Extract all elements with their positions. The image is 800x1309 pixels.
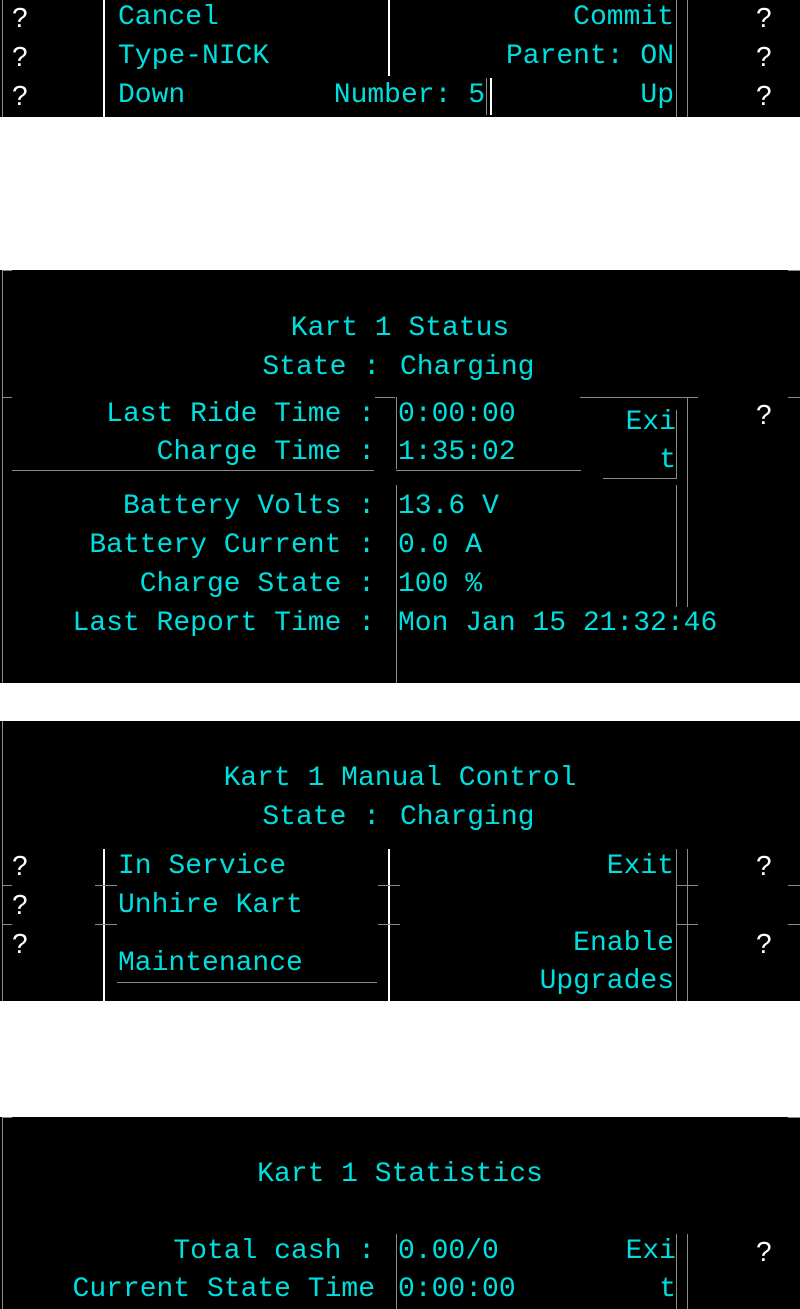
separator bbox=[95, 924, 117, 925]
exit-button[interactable]: Exit bbox=[390, 851, 674, 883]
exit-button[interactable]: Exi t bbox=[603, 405, 676, 477]
statistics-title: Kart 1 Statistics bbox=[257, 1159, 543, 1190]
separator bbox=[603, 478, 677, 479]
separator bbox=[486, 78, 487, 115]
separator bbox=[687, 397, 688, 607]
help-icon[interactable]: ? bbox=[12, 928, 28, 960]
help-icon[interactable]: ? bbox=[756, 1236, 772, 1268]
statistics-panel: Kart 1 Statistics Total cash : 0.00/0 Cu… bbox=[0, 1117, 800, 1309]
separator bbox=[396, 397, 397, 469]
exit-label-line2: t bbox=[659, 1274, 676, 1305]
exit-label-line1: Exi bbox=[625, 1236, 676, 1267]
separator bbox=[103, 0, 105, 117]
cancel-button[interactable]: Cancel bbox=[118, 2, 219, 34]
separator bbox=[788, 270, 800, 271]
separator bbox=[2, 0, 3, 117]
up-button[interactable]: Up bbox=[492, 80, 674, 112]
help-icon[interactable]: ? bbox=[12, 889, 28, 921]
number-value: Number: 5 bbox=[333, 80, 485, 111]
help-icon[interactable]: ? bbox=[756, 850, 772, 882]
exit-button[interactable]: Exi t bbox=[603, 1234, 676, 1309]
charge-state-value: 100 % bbox=[398, 569, 483, 600]
total-cash-label: Total cash : bbox=[173, 1236, 375, 1267]
commit-button[interactable]: Commit bbox=[390, 2, 674, 34]
help-icon[interactable]: ? bbox=[12, 2, 28, 34]
separator bbox=[788, 1117, 800, 1118]
battery-current-label: Battery Current : bbox=[89, 530, 375, 561]
unhire-kart-button[interactable]: Unhire Kart bbox=[118, 890, 303, 922]
separator bbox=[396, 1234, 397, 1309]
type-nick-button[interactable]: Type-NICK bbox=[118, 41, 269, 73]
current-state-time-label: Current State Time bbox=[72, 1274, 375, 1305]
charge-time-value: 1:35:02 bbox=[398, 437, 516, 468]
battery-volts-value: 13.6 V bbox=[398, 491, 499, 522]
separator bbox=[2, 885, 12, 886]
separator bbox=[687, 0, 688, 117]
exit-label-line2: t bbox=[659, 445, 676, 476]
separator bbox=[676, 410, 677, 478]
separator bbox=[378, 924, 400, 925]
help-icon[interactable]: ? bbox=[756, 399, 772, 431]
enable-upgrades-line2: Upgrades bbox=[539, 966, 674, 997]
battery-current-value: 0.0 A bbox=[398, 530, 483, 561]
separator bbox=[396, 470, 581, 471]
separator bbox=[676, 1234, 677, 1309]
separator bbox=[2, 270, 12, 271]
total-cash-value: 0.00/0 bbox=[398, 1236, 499, 1267]
separator bbox=[676, 885, 698, 886]
separator bbox=[687, 849, 688, 1001]
state-label: State : bbox=[262, 802, 380, 833]
separator bbox=[396, 485, 397, 683]
help-icon[interactable]: ? bbox=[756, 41, 772, 73]
separator bbox=[788, 397, 800, 398]
separator bbox=[580, 397, 698, 398]
keypad-panel: ? Cancel Commit ? ? Type-NICK Parent: ON… bbox=[0, 0, 800, 117]
state-value: Charging bbox=[400, 352, 535, 383]
maintenance-button[interactable]: Maintenance bbox=[118, 948, 303, 980]
in-service-button[interactable]: In Service bbox=[118, 851, 286, 883]
state-label: State : bbox=[262, 352, 380, 383]
separator bbox=[676, 849, 677, 1001]
separator bbox=[788, 885, 800, 886]
last-ride-time-label: Last Ride Time : bbox=[106, 399, 375, 430]
separator bbox=[676, 485, 677, 607]
last-report-time-value: Mon Jan 15 21:32:46 bbox=[398, 608, 718, 639]
kart-status-panel: Kart 1 Status State : Charging Last Ride… bbox=[0, 270, 800, 683]
status-title: Kart 1 Status bbox=[290, 313, 510, 344]
last-ride-time-value: 0:00:00 bbox=[398, 399, 516, 430]
help-icon[interactable]: ? bbox=[756, 928, 772, 960]
separator bbox=[12, 470, 374, 471]
down-button[interactable]: Down bbox=[118, 80, 185, 112]
manual-title: Kart 1 Manual Control bbox=[223, 763, 577, 794]
separator bbox=[117, 982, 377, 983]
separator bbox=[103, 849, 105, 1001]
current-state-time-value: 0:00:00 bbox=[398, 1274, 516, 1305]
help-icon[interactable]: ? bbox=[12, 850, 28, 882]
separator bbox=[788, 924, 800, 925]
help-icon[interactable]: ? bbox=[756, 2, 772, 34]
charge-time-label: Charge Time : bbox=[156, 437, 375, 468]
separator bbox=[2, 397, 12, 398]
help-icon[interactable]: ? bbox=[756, 80, 772, 112]
separator bbox=[676, 0, 677, 117]
separator bbox=[676, 924, 698, 925]
separator bbox=[375, 397, 395, 398]
enable-upgrades-line1: Enable bbox=[573, 928, 674, 959]
help-icon[interactable]: ? bbox=[12, 41, 28, 73]
separator bbox=[378, 885, 400, 886]
separator bbox=[687, 1234, 688, 1309]
enable-upgrades-button[interactable]: Enable Upgrades bbox=[390, 928, 674, 1000]
parent-toggle[interactable]: Parent: ON bbox=[390, 41, 674, 73]
charge-state-label: Charge State : bbox=[139, 569, 375, 600]
separator bbox=[95, 885, 117, 886]
battery-volts-label: Battery Volts : bbox=[122, 491, 375, 522]
separator bbox=[2, 1117, 12, 1118]
help-icon[interactable]: ? bbox=[12, 80, 28, 112]
manual-control-panel: Kart 1 Manual Control State : Charging ?… bbox=[0, 721, 800, 1001]
exit-label-line1: Exi bbox=[625, 407, 676, 438]
separator bbox=[2, 924, 12, 925]
state-value: Charging bbox=[400, 802, 535, 833]
last-report-time-label: Last Report Time : bbox=[72, 608, 375, 639]
